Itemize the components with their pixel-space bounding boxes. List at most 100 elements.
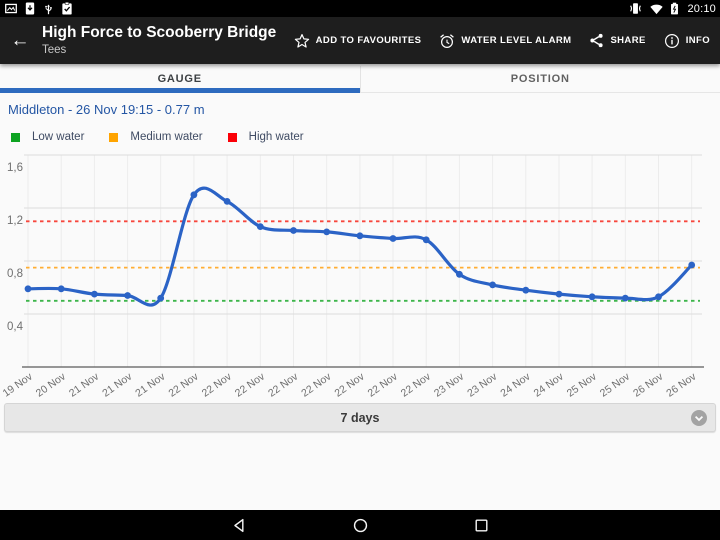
x-axis-tick-label: 25 Nov — [565, 370, 600, 399]
info-icon — [664, 33, 680, 49]
nav-home-button[interactable] — [348, 513, 372, 537]
status-bar-left-icons — [4, 2, 73, 15]
data-point-marker — [522, 287, 529, 294]
x-axis-tick-label: 24 Nov — [532, 370, 567, 399]
tab-position[interactable]: POSITION — [360, 66, 720, 92]
page-title: High Force to Scooberry Bridge — [42, 24, 294, 42]
chart-legend: Low water Medium water High water — [11, 131, 304, 143]
tab-gauge[interactable]: GAUGE — [0, 66, 360, 92]
home-circle-icon — [352, 517, 369, 534]
y-axis-tick-label: 1,2 — [7, 215, 23, 227]
data-point-marker — [323, 229, 330, 236]
status-bar-right: 20:10 — [628, 2, 716, 15]
data-point-marker — [456, 271, 463, 278]
x-axis-tick-label: 21 Nov — [100, 370, 135, 399]
x-axis-tick-label: 22 Nov — [299, 370, 334, 399]
x-axis-tick-label: 21 Nov — [67, 370, 102, 399]
x-axis-tick-label: 26 Nov — [631, 370, 666, 399]
water-level-alarm-label: WATER LEVEL ALARM — [461, 35, 571, 46]
data-point-marker — [157, 295, 164, 302]
app-bar-titles: High Force to Scooberry Bridge Tees — [42, 24, 294, 57]
y-axis-tick-label: 0,8 — [7, 268, 23, 280]
data-point-marker — [622, 295, 629, 302]
x-axis-tick-label: 22 Nov — [366, 370, 401, 399]
info-label: INFO — [686, 35, 710, 46]
share-label: SHARE — [610, 35, 645, 46]
legend-item-low-water: Low water — [11, 131, 84, 143]
data-point-marker — [655, 293, 662, 300]
x-axis-tick-label: 19 Nov — [1, 370, 36, 399]
status-bar: 20:10 — [0, 0, 720, 17]
add-to-favourites-label: ADD TO FAVOURITES — [316, 35, 422, 46]
period-selector[interactable]: 7 days — [4, 403, 716, 432]
chevron-down-icon — [690, 409, 708, 427]
x-axis-tick-label: 22 Nov — [233, 370, 268, 399]
low-water-swatch-icon — [11, 133, 20, 142]
alarm-clock-icon — [439, 33, 455, 49]
app-bar: ← High Force to Scooberry Bridge Tees AD… — [0, 17, 720, 64]
back-arrow-icon[interactable]: ← — [0, 21, 40, 61]
x-axis-tick-label: 22 Nov — [332, 370, 367, 399]
high-water-swatch-icon — [228, 133, 237, 142]
data-point-marker — [58, 285, 65, 292]
data-point-marker — [257, 223, 264, 230]
data-point-marker — [489, 282, 496, 289]
recents-square-icon — [473, 517, 490, 534]
info-button[interactable]: INFO — [664, 33, 710, 49]
screenshot-icon — [4, 2, 18, 15]
nav-back-button[interactable] — [227, 513, 251, 537]
page-subtitle: Tees — [42, 44, 294, 57]
x-axis-tick-label: 25 Nov — [598, 370, 633, 399]
data-point-marker — [124, 292, 131, 299]
x-axis-tick-label: 22 Nov — [399, 370, 434, 399]
medium-water-swatch-icon — [109, 133, 118, 142]
data-point-marker — [191, 191, 198, 198]
y-axis-tick-label: 1,6 — [7, 162, 23, 174]
x-axis-tick-label: 23 Nov — [465, 370, 500, 399]
nav-recents-button[interactable] — [469, 513, 493, 537]
x-axis-tick-label: 24 Nov — [498, 370, 533, 399]
vibrate-icon — [628, 2, 643, 15]
add-to-favourites-button[interactable]: ADD TO FAVOURITES — [294, 33, 422, 49]
device-download-icon — [24, 2, 36, 15]
water-level-chart[interactable]: 1,61,20,80,419 Nov20 Nov21 Nov21 Nov21 N… — [0, 147, 720, 403]
clipboard-check-icon — [61, 2, 73, 15]
battery-charging-icon — [670, 2, 679, 15]
station-reading-text: Middleton - 26 Nov 19:15 - 0.77 m — [8, 102, 205, 117]
x-axis-tick-label: 22 Nov — [166, 370, 201, 399]
x-axis-tick-label: 22 Nov — [266, 370, 301, 399]
legend-item-high-water: High water — [228, 131, 304, 143]
x-axis-tick-label: 26 Nov — [664, 370, 699, 399]
x-axis-tick-label: 22 Nov — [200, 370, 235, 399]
usb-icon — [42, 2, 55, 15]
data-point-marker — [290, 227, 297, 234]
legend-label: Medium water — [130, 131, 202, 143]
data-point-marker — [589, 293, 596, 300]
android-nav-bar — [0, 510, 720, 540]
period-label: 7 days — [341, 411, 380, 425]
x-axis-tick-label: 20 Nov — [34, 370, 69, 399]
wifi-icon — [649, 3, 664, 15]
x-axis-tick-label: 21 Nov — [133, 370, 168, 399]
share-icon — [589, 33, 604, 48]
data-point-marker — [390, 235, 397, 242]
legend-label: High water — [249, 131, 304, 143]
back-triangle-icon — [231, 517, 248, 534]
data-point-marker — [91, 291, 98, 298]
water-level-alarm-button[interactable]: WATER LEVEL ALARM — [439, 33, 571, 49]
legend-label: Low water — [32, 131, 84, 143]
x-axis-tick-label: 23 Nov — [432, 370, 467, 399]
app-screen: 20:10 ← High Force to Scooberry Bridge T… — [0, 0, 720, 540]
data-point-marker — [556, 291, 563, 298]
data-point-marker — [688, 262, 695, 269]
tab-bar: GAUGE POSITION — [0, 66, 720, 93]
share-button[interactable]: SHARE — [589, 33, 645, 48]
tab-gauge-label: GAUGE — [158, 73, 202, 85]
data-point-marker — [423, 236, 430, 243]
clock-time: 20:10 — [685, 3, 716, 15]
data-point-marker — [357, 232, 364, 239]
app-bar-actions: ADD TO FAVOURITES WATER LEVEL ALARM SHAR… — [294, 33, 720, 49]
legend-item-medium-water: Medium water — [109, 131, 202, 143]
tab-position-label: POSITION — [511, 73, 570, 85]
tab-selected-indicator — [0, 88, 360, 93]
